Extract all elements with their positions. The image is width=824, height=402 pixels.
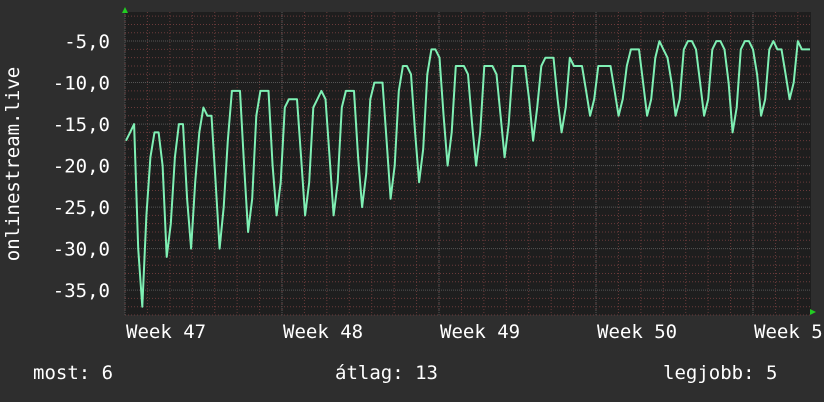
y-tick-label: -20,0 xyxy=(53,156,110,178)
y-axis-arrow xyxy=(122,7,128,13)
average-value: átlag: 13 xyxy=(335,362,438,384)
y-tick-label: -35,0 xyxy=(53,280,110,302)
x-axis-arrow xyxy=(810,309,816,315)
y-axis-label: onlinestream.live xyxy=(2,67,24,261)
current-value: most: 6 xyxy=(33,362,114,384)
line-chart: -5,0 -10,0 -15,0 -20,0 -25,0 -30,0 -35,0 Week 4… xyxy=(2,7,823,343)
x-tick-label: Week 49 xyxy=(440,321,520,343)
x-tick-label: Week 50 xyxy=(597,321,677,343)
y-tick-label: -5,0 xyxy=(64,31,110,53)
y-tick-label: -15,0 xyxy=(53,114,110,136)
y-tick-label: -25,0 xyxy=(53,197,110,219)
x-tick-label: Week 5 xyxy=(754,321,823,343)
best-value: legjobb: 5 xyxy=(663,362,778,384)
y-tick-label: -10,0 xyxy=(53,73,110,95)
x-tick-label: Week 48 xyxy=(283,321,363,343)
y-tick-label: -30,0 xyxy=(53,239,110,261)
x-tick-label: Week 47 xyxy=(126,321,206,343)
